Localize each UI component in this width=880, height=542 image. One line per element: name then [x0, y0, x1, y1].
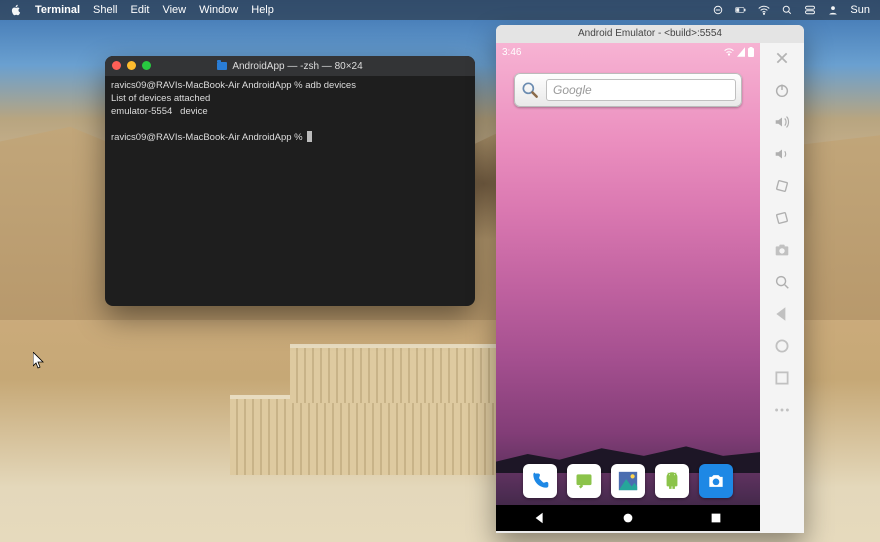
messages-icon — [574, 471, 594, 491]
gallery-icon — [617, 470, 639, 492]
nav-home-icon[interactable] — [621, 511, 635, 525]
terminal-window[interactable]: AndroidApp — -zsh — 80×24 ravics09@RAVIs… — [105, 56, 475, 306]
rotate-left-icon[interactable] — [773, 177, 791, 195]
terminal-title: AndroidApp — -zsh — 80×24 — [232, 61, 362, 72]
app-phone[interactable] — [523, 464, 557, 498]
magnifier-icon — [520, 80, 540, 100]
wifi-icon — [724, 47, 734, 57]
android-statusbar: 3:46 — [496, 43, 760, 61]
folder-icon — [217, 62, 227, 70]
phone-icon — [530, 471, 550, 491]
volume-down-icon[interactable] — [773, 145, 791, 163]
toolbar-overview-icon[interactable] — [773, 369, 791, 387]
zoom-button[interactable] — [142, 61, 151, 70]
google-search-widget[interactable]: Google — [514, 73, 742, 107]
terminal-cursor — [307, 131, 312, 142]
spotlight-icon[interactable] — [781, 4, 793, 16]
zoom-icon[interactable] — [773, 273, 791, 291]
toolbar-home-icon[interactable] — [773, 337, 791, 355]
power-icon[interactable] — [773, 81, 791, 99]
menubar-left: Terminal Shell Edit View Window Help — [10, 4, 274, 16]
status-time: 3:46 — [502, 47, 521, 58]
battery-icon[interactable] — [735, 4, 747, 16]
toolbar-back-icon[interactable] — [773, 305, 791, 323]
window-traffic-lights — [112, 61, 151, 70]
emulator-window[interactable]: Android Emulator - <build>:5554 3:46 — [496, 25, 804, 533]
terminal-body[interactable]: ravics09@RAVIs-MacBook-Air AndroidApp % … — [105, 76, 475, 306]
camera-icon — [706, 471, 726, 491]
apple-icon[interactable] — [10, 4, 22, 16]
emulator-toolbar — [760, 43, 804, 533]
google-search-input[interactable]: Google — [546, 79, 736, 101]
menubar-clock[interactable]: Sun — [850, 4, 870, 16]
nav-back-icon[interactable] — [533, 511, 547, 525]
terminal-titlebar[interactable]: AndroidApp — -zsh — 80×24 — [105, 56, 475, 76]
do-not-disturb-icon[interactable] — [712, 4, 724, 16]
menubar-right: Sun — [712, 4, 870, 16]
close-button[interactable] — [112, 61, 121, 70]
nav-overview-icon[interactable] — [709, 511, 723, 525]
menubar-item-shell[interactable]: Shell — [93, 4, 117, 16]
minimize-button[interactable] — [127, 61, 136, 70]
android-home-screen[interactable]: 3:46 Google — [496, 43, 760, 531]
desktop: Terminal Shell Edit View Window Help Sun — [0, 0, 880, 542]
android-navbar — [496, 505, 760, 531]
mouse-cursor — [33, 352, 45, 370]
signal-icon — [737, 47, 745, 57]
more-icon[interactable] — [773, 401, 791, 419]
emulator-close-icon[interactable] — [775, 51, 789, 65]
app-android[interactable] — [655, 464, 689, 498]
menubar-item-view[interactable]: View — [162, 4, 186, 16]
user-icon[interactable] — [827, 4, 839, 16]
app-gallery[interactable] — [611, 464, 645, 498]
menubar-item-edit[interactable]: Edit — [131, 4, 150, 16]
screenshot-icon[interactable] — [773, 241, 791, 259]
android-icon — [662, 471, 682, 491]
app-messages[interactable] — [567, 464, 601, 498]
android-dock — [496, 457, 760, 505]
app-camera[interactable] — [699, 464, 733, 498]
menubar-app-name[interactable]: Terminal — [35, 4, 80, 16]
macos-menubar: Terminal Shell Edit View Window Help Sun — [0, 0, 880, 20]
menubar-item-window[interactable]: Window — [199, 4, 238, 16]
battery-icon — [748, 47, 754, 57]
control-center-icon[interactable] — [804, 4, 816, 16]
wifi-icon[interactable] — [758, 4, 770, 16]
menubar-item-help[interactable]: Help — [251, 4, 274, 16]
emulator-titlebar[interactable]: Android Emulator - <build>:5554 — [496, 25, 804, 43]
emulator-screen-frame: 3:46 Google — [496, 43, 760, 531]
rotate-right-icon[interactable] — [773, 209, 791, 227]
volume-up-icon[interactable] — [773, 113, 791, 131]
